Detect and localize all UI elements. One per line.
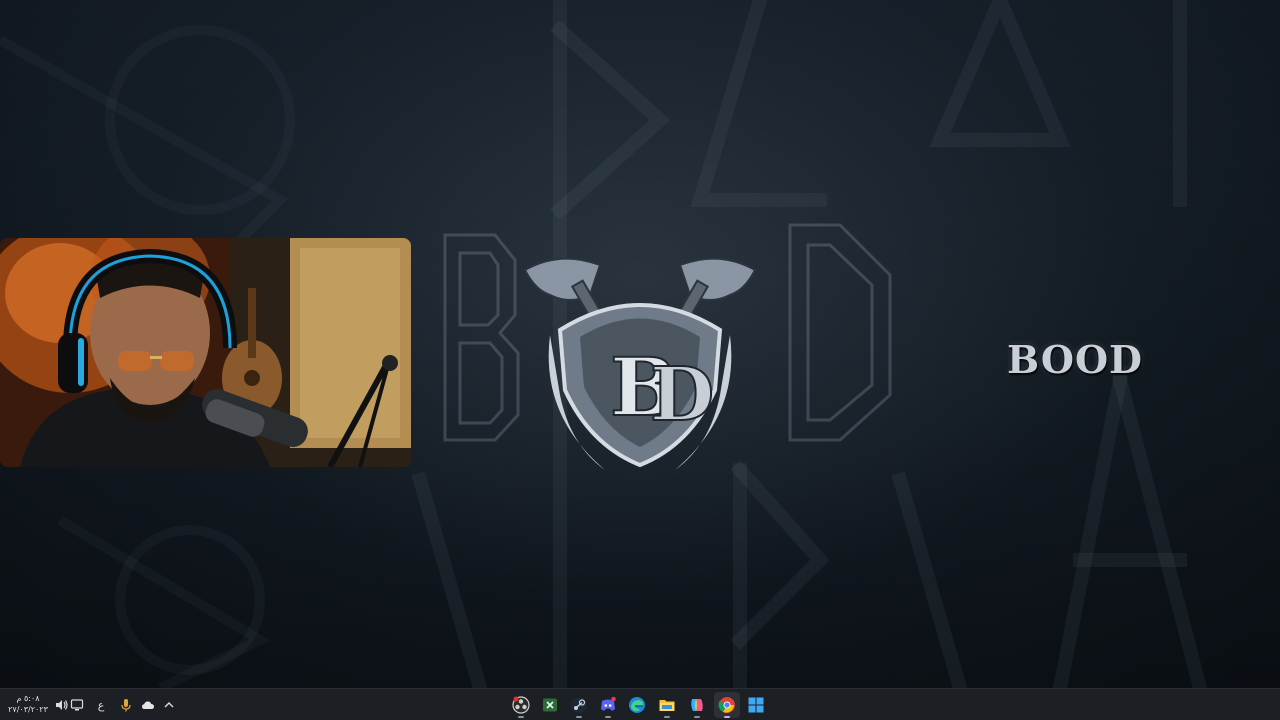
edge-icon[interactable] [624, 692, 650, 718]
language-indicator[interactable]: ع [92, 696, 110, 714]
webcam-overlay [0, 238, 411, 467]
system-clock[interactable]: ٥:٠٨ م ٢٧/٠٣/٢٠٢٣ [8, 693, 48, 717]
svg-text:D: D [650, 352, 714, 438]
steam-icon[interactable] [566, 692, 592, 718]
chrome-icon[interactable] [714, 692, 740, 718]
bood-logo-text: BOOD [1007, 336, 1143, 382]
copilot-icon[interactable] [684, 692, 710, 718]
xbox-icon[interactable] [537, 692, 563, 718]
chevron-up-icon[interactable] [160, 696, 178, 714]
desktop-wallpaper: B D BOOD [0, 0, 1280, 688]
cloud-icon[interactable] [139, 696, 157, 714]
windows-start-icon[interactable] [743, 692, 769, 718]
folder-icon[interactable] [654, 692, 680, 718]
clock-time: ٥:٠٨ م [16, 694, 40, 703]
taskbar: ٥:٠٨ م ٢٧/٠٣/٢٠٢٣ ع [0, 688, 1280, 720]
obs-icon[interactable] [508, 692, 534, 718]
display-icon[interactable] [68, 696, 86, 714]
microphone-icon[interactable] [117, 696, 135, 714]
discord-icon[interactable] [595, 692, 621, 718]
clock-date: ٢٧/٠٣/٢٠٢٣ [8, 705, 48, 714]
bood-logo-emblem: B D [443, 223, 892, 470]
